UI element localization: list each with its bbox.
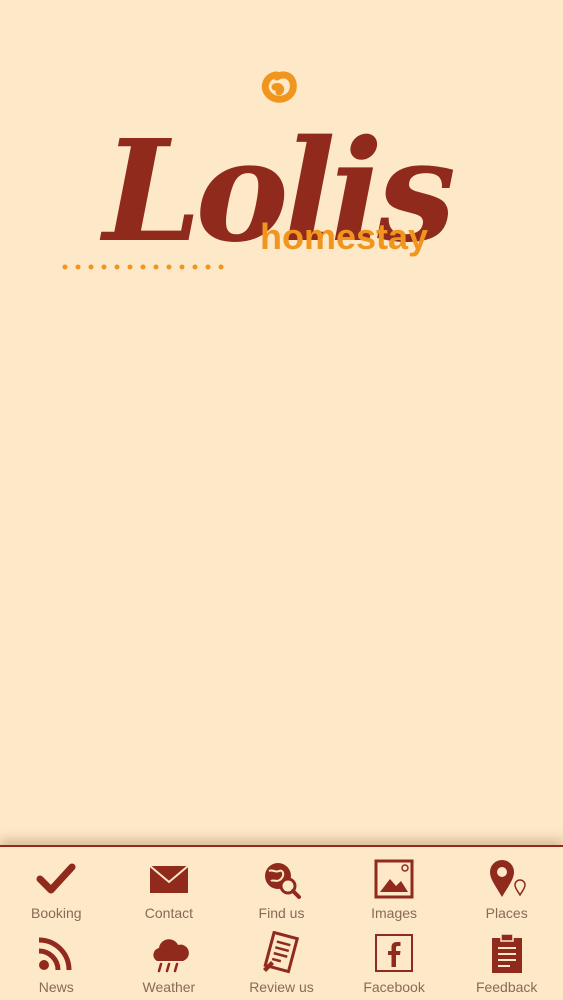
nav-item-weather[interactable]: Weather xyxy=(113,927,226,1000)
nav-item-booking[interactable]: Booking xyxy=(0,853,113,927)
checkmark-icon xyxy=(34,857,78,901)
nav-label-find-us: Find us xyxy=(258,905,305,921)
weather-cloud-icon xyxy=(147,931,191,975)
logo-graphic: Lolis homestay xyxy=(62,71,459,274)
review-document-icon xyxy=(259,931,303,975)
map-pin-icon xyxy=(485,857,529,901)
nav-label-news: News xyxy=(38,979,74,995)
facebook-icon xyxy=(372,931,416,975)
nav-label-review-us: Review us xyxy=(249,979,314,995)
nav-label-facebook: Facebook xyxy=(363,979,425,995)
envelope-icon xyxy=(147,857,191,901)
nav-item-images[interactable]: Images xyxy=(338,853,451,927)
rss-icon xyxy=(34,931,78,975)
nav-item-contact[interactable]: Contact xyxy=(113,853,226,927)
nav-grid: Booking Contact Find us Images Places Ne… xyxy=(0,847,563,1000)
lolis-homestay-logo: Lolis homestay xyxy=(55,65,505,295)
nav-label-contact: Contact xyxy=(144,905,194,921)
clipboard-icon xyxy=(485,931,529,975)
nav-item-feedback[interactable]: Feedback xyxy=(450,927,563,1000)
image-icon xyxy=(372,857,416,901)
nav-item-find-us[interactable]: Find us xyxy=(225,853,338,927)
nav-label-images: Images xyxy=(371,905,418,921)
nav-label-places: Places xyxy=(485,905,528,921)
nav-label-feedback: Feedback xyxy=(475,979,538,995)
nav-item-places[interactable]: Places xyxy=(450,853,563,927)
nav-label-weather: Weather xyxy=(142,979,196,995)
bottom-navigation: Booking Contact Find us Images Places Ne… xyxy=(0,845,563,1000)
nav-item-review-us[interactable]: Review us xyxy=(225,927,338,1000)
globe-search-icon xyxy=(259,857,303,901)
nav-label-booking: Booking xyxy=(31,905,82,921)
nav-item-news[interactable]: News xyxy=(0,927,113,1000)
app-screen: Lolis homestay Booking Contact Find us I… xyxy=(0,0,563,1000)
logo-secondary-text: homestay xyxy=(260,216,428,257)
nav-item-facebook[interactable]: Facebook xyxy=(338,927,451,1000)
